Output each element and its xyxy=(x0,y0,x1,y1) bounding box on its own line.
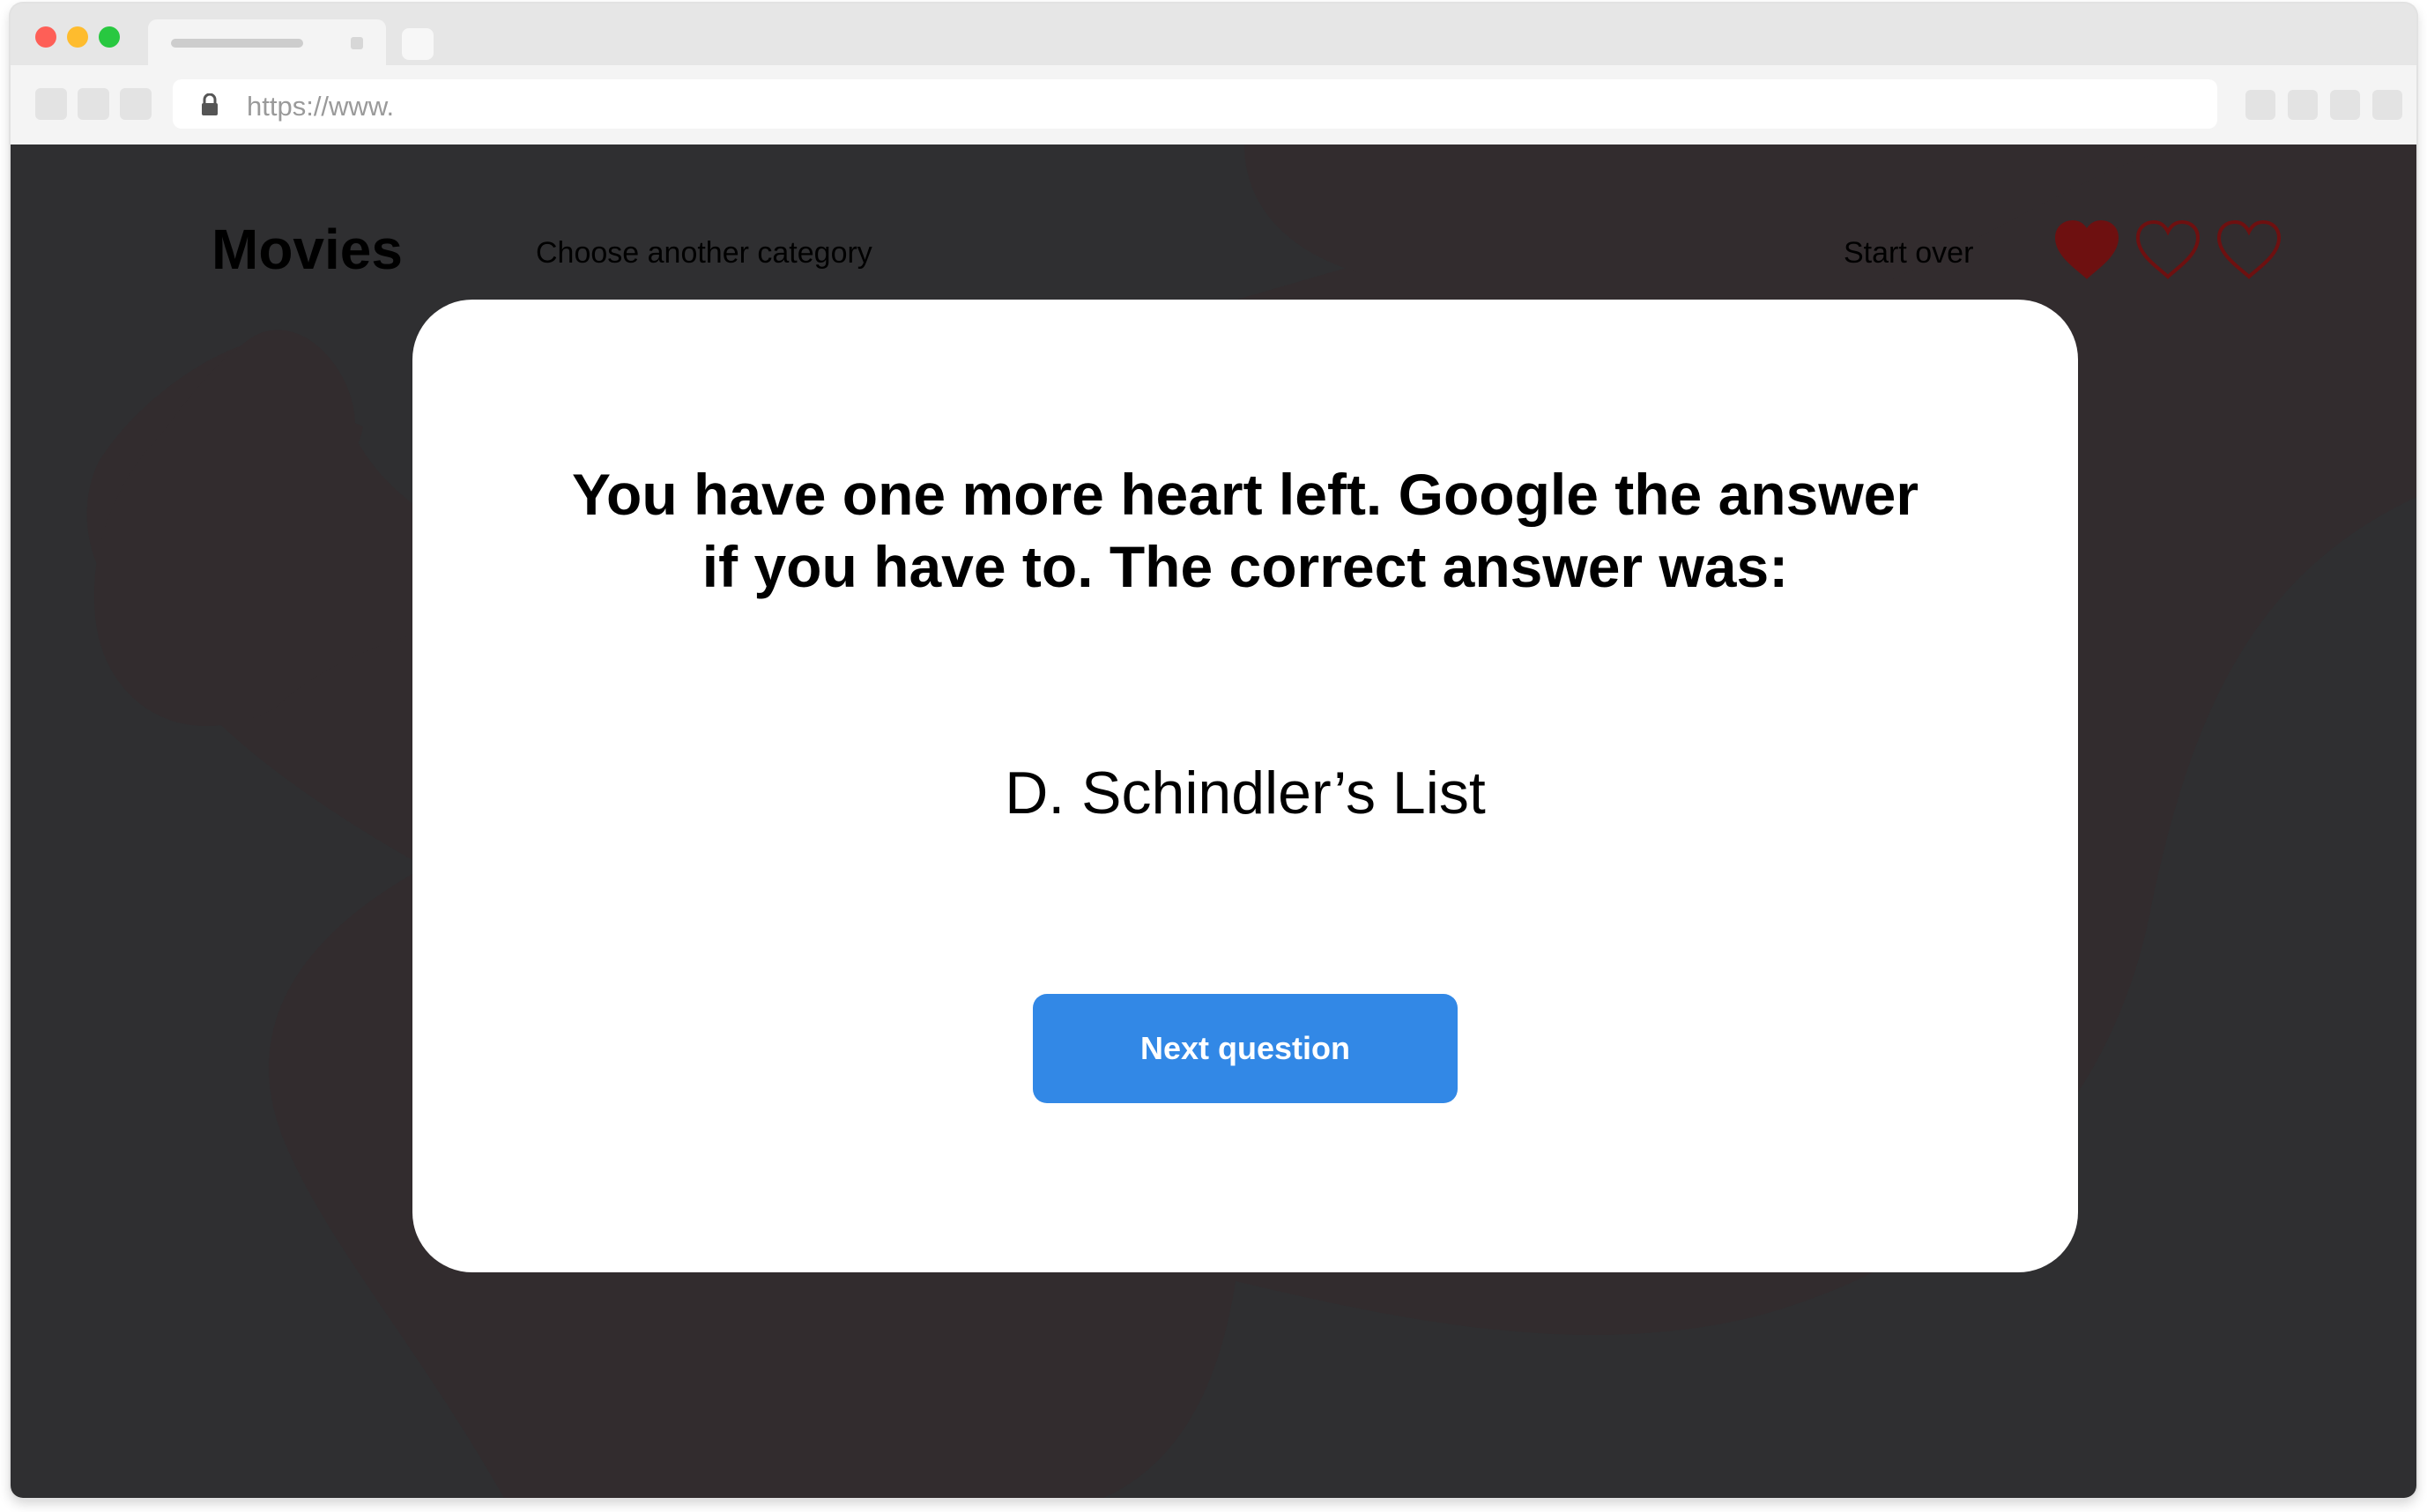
extension-button[interactable] xyxy=(2288,90,2318,120)
category-title: Movies xyxy=(212,218,403,281)
correct-answer: D. Schindler’s List xyxy=(1005,760,1486,826)
heart-filled-icon xyxy=(2054,219,2119,279)
minimize-window-icon[interactable] xyxy=(67,26,88,48)
lives-indicator xyxy=(2053,219,2291,280)
lock-icon xyxy=(202,93,218,115)
browser-tab-strip xyxy=(11,4,2416,67)
tab-title-placeholder xyxy=(171,39,303,48)
reload-button[interactable] xyxy=(120,88,152,120)
heart-outline-icon xyxy=(2135,219,2201,279)
site-header: Movies Choose another category Start ove… xyxy=(11,145,2416,303)
menu-button[interactable] xyxy=(2372,90,2402,120)
next-question-button[interactable]: Next question xyxy=(1033,994,1458,1103)
browser-toolbar: https://www. xyxy=(11,65,2416,145)
start-over-link[interactable]: Start over xyxy=(1844,236,1973,271)
result-message: You have one more heart left. Google the… xyxy=(571,462,1919,599)
tab-close-icon[interactable] xyxy=(351,37,363,49)
page-viewport: Movies Choose another category Start ove… xyxy=(11,145,2416,1498)
browser-window: https://www. Movies Choose another categ… xyxy=(11,4,2416,1498)
address-bar[interactable]: https://www. xyxy=(173,79,2217,129)
forward-button[interactable] xyxy=(78,88,109,120)
extension-button[interactable] xyxy=(2245,90,2275,120)
url-text: https://www. xyxy=(247,91,395,122)
browser-tab[interactable] xyxy=(148,19,386,67)
choose-another-category-link[interactable]: Choose another category xyxy=(536,236,872,271)
back-button[interactable] xyxy=(35,88,67,120)
maximize-window-icon[interactable] xyxy=(99,26,120,48)
heart-outline-icon xyxy=(2216,219,2282,279)
result-modal: You have one more heart left. Google the… xyxy=(412,300,2078,1272)
close-window-icon[interactable] xyxy=(35,26,56,48)
extension-button[interactable] xyxy=(2330,90,2360,120)
new-tab-button[interactable] xyxy=(402,28,434,60)
